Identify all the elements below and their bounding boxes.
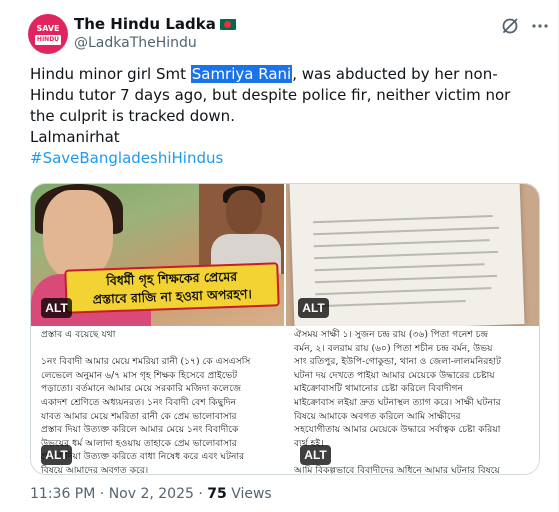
avatar-text-top: SAVE: [36, 23, 60, 33]
media-photo-2[interactable]: ALT: [286, 184, 539, 326]
paper-text-line: [314, 250, 499, 260]
photo-girl-face: [43, 190, 113, 280]
meta-separator: ·: [198, 486, 203, 502]
views-label: Views: [231, 486, 272, 502]
scan-line: প্রস্তাব দিয়া উত্যক্ত করিলে আমার মেয়ে …: [41, 424, 239, 436]
avatar[interactable]: SAVE HINDU: [28, 14, 68, 54]
alt-badge[interactable]: ALT: [300, 445, 331, 465]
scan-line: সাং রতিপুর, ইউপি-গোকুন্ডা, থানা ও জেলা-ল…: [294, 356, 501, 368]
scan-line: বিষয়ে আমাকে অবগত করিলে আমি সাক্ষীদের: [294, 410, 461, 422]
media-grid: বিধর্মী গৃহ শিক্ষকের প্রেমের প্রস্তাবে র…: [30, 183, 540, 475]
tweet-header: SAVE HINDU The Hindu Ladka @LadkaTheHind…: [28, 12, 548, 56]
media-photo-3[interactable]: প্রস্তাব এ বয়েছে যথা ১নং বিবাদী আমার মে…: [31, 328, 284, 475]
tweet-body: Hindu minor girl Smt Samriya Rani, was a…: [30, 64, 530, 127]
user-handle[interactable]: @LadkaTheHindu: [74, 35, 197, 51]
scan-line: ১নং বিবাদী আমার মেয়ে শমরিয়া রানী (১৭) …: [41, 356, 251, 368]
tweet-location: Lalmanirhat: [30, 128, 120, 146]
paper-text-line: [312, 214, 493, 224]
media-photo-4[interactable]: ঐসময় সাক্ষী ১। সুজন চন্দ্র রায় (৩৬) পি…: [286, 328, 539, 475]
scan-line: ঐসময় সাক্ষী ১। সুজন চন্দ্র রায় (৩৬) পি…: [294, 329, 489, 340]
tweet-text-before: Hindu minor girl Smt: [30, 65, 191, 83]
scan-line: ঘটনা দয় দেখতে পাইয়া আমার মেয়েকে উদ্ধা…: [294, 369, 495, 381]
scan-line: আমি বিকল্পভাবে বিবাদীদের অধিনে আমার ঘটনা…: [294, 464, 500, 475]
paper-text-line: [313, 226, 500, 236]
scan-line: বর্মন, ২। বলরাম রায় (৬০) পিতা শচীন চন্দ…: [294, 342, 493, 354]
photo-banner: বিধর্মী গৃহ শিক্ষকের প্রেমের প্রস্তাবে র…: [64, 262, 280, 314]
scan-line: পড়াতো। বর্তমানে আমার মেয়ে সরকারি মজিদা…: [41, 383, 242, 395]
scan-line: লেভেলে অনুমান ৬/৭ মাস গৃহ শিক্ষক হিসেবে …: [41, 369, 238, 381]
photo-man-head: [226, 190, 262, 234]
scan-line: বিষয়ে আমাদের অবগত করে।: [41, 464, 149, 475]
more-icon[interactable]: [530, 16, 550, 36]
name-row: The Hindu Ladka: [74, 15, 236, 33]
scan-line: একাদশ শ্রেণিতে অধ্যয়নরত। ১নং বিবাদী বেশ…: [41, 396, 237, 408]
paper-text-line: [315, 287, 492, 296]
scanned-document-text: প্রস্তাব এ বয়েছে যথা ১নং বিবাদী আমার মে…: [41, 328, 281, 475]
hashtag-link[interactable]: #SaveBangladeshiHindus: [30, 149, 223, 167]
paper-text-line: [314, 274, 497, 284]
avatar-text-bottom: HINDU: [35, 34, 61, 45]
scan-line: প্রস্তাব দিয়া উত্যক্ত করিতে বাধা নিষেধ …: [41, 451, 245, 463]
tweet-time[interactable]: 11:36 PM: [30, 486, 95, 502]
tweet-text-selection: Samriya Rani: [190, 65, 293, 83]
scan-line: সহযোগীতায় আমার মেয়েকে উদ্ধারে সর্বাত্ব…: [294, 424, 501, 436]
tweet-text: Hindu minor girl Smt Samriya Rani, was a…: [30, 64, 530, 169]
paper-text-line: [314, 263, 485, 272]
scan-line: মাইক্রোবাসটি থামানোর চেষ্টা করিলে বিবাদী…: [294, 383, 464, 395]
media-photo-1[interactable]: বিধর্মী গৃহ শিক্ষকের প্রেমের প্রস্তাবে র…: [31, 184, 284, 326]
paper-text-line: [313, 239, 490, 248]
alt-badge[interactable]: ALT: [41, 445, 72, 465]
scan-line: যাবত আমার মেয়ে শমরিতা রানী কে প্রেম ভাল…: [41, 410, 237, 422]
scan-line: মাইক্রোবাস লইয়া দ্রুত ঘটনাস্থল ত্যাগ কর…: [294, 396, 501, 408]
scan-line: উভয়ের ধর্ম আলাদা হওয়ায় তাহাকে প্রেম ভ…: [41, 437, 237, 449]
paper-text-line: [315, 299, 466, 308]
bangladesh-flag-icon: [219, 18, 236, 30]
alt-badge[interactable]: ALT: [298, 298, 329, 318]
display-name[interactable]: The Hindu Ladka: [74, 15, 216, 33]
views-count: 75: [207, 486, 227, 502]
meta-separator: ·: [99, 486, 105, 502]
alt-badge[interactable]: ALT: [41, 298, 72, 318]
scan-line: [41, 342, 281, 356]
tweet-date[interactable]: Nov 2, 2025: [109, 486, 194, 502]
grok-icon[interactable]: [500, 16, 520, 36]
scan-line: প্রস্তাব এ বয়েছে যথা: [41, 329, 116, 340]
tweet-meta: 11:36 PM · Nov 2, 2025 · 75 Views: [30, 486, 272, 502]
